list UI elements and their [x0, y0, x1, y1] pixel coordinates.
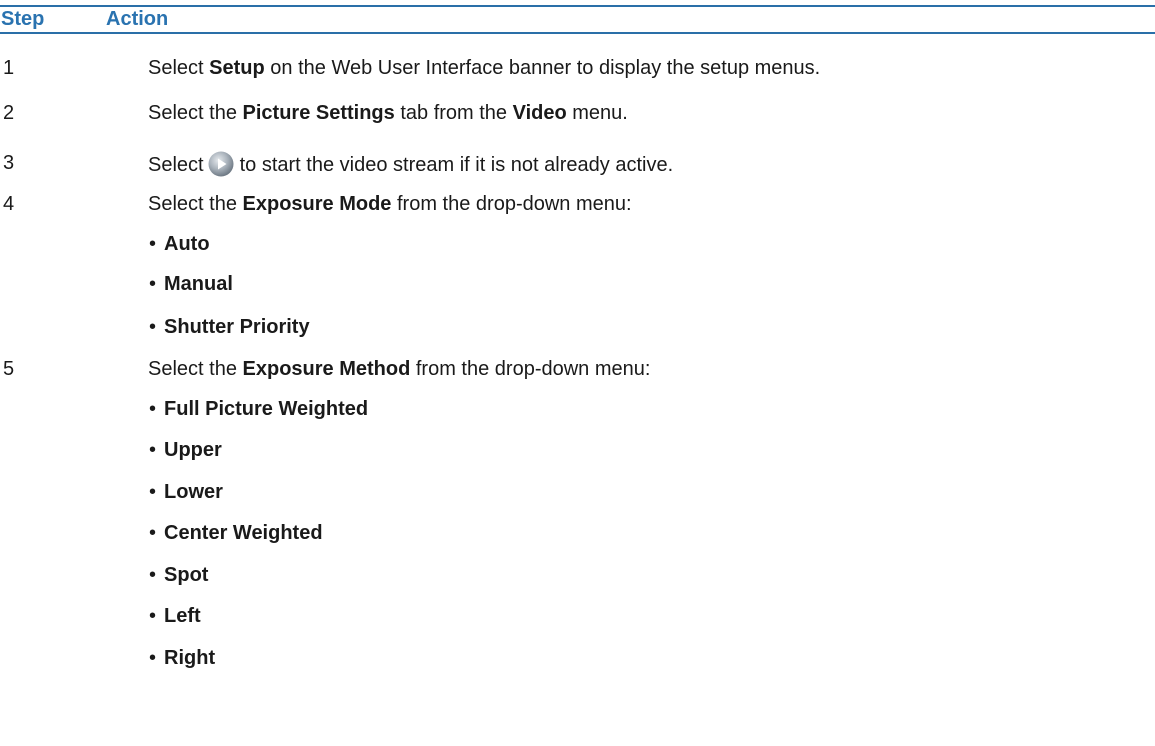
list-item: • Upper	[149, 438, 1149, 462]
bullet-glyph: •	[149, 481, 157, 503]
list-item-label: Left	[164, 605, 201, 627]
text-fragment: from the drop-down menu:	[410, 358, 651, 380]
step-number: 3	[3, 152, 15, 174]
table-header-rule	[0, 32, 1155, 34]
list-item-label: Upper	[164, 439, 222, 461]
table-row: 2 Select the Picture Settings tab from t…	[0, 101, 1155, 125]
step-action-text: Select to start the video stream if it i…	[148, 151, 673, 177]
table-row: 1 Select Setup on the Web User Interface…	[0, 56, 1155, 80]
step-action-text: Select the Exposure Method from the drop…	[148, 357, 650, 381]
text-fragment: Select the	[148, 193, 243, 215]
text-fragment: menu.	[566, 102, 628, 124]
list-item-label: Lower	[164, 481, 223, 503]
text-fragment: Select the	[148, 358, 243, 380]
text-fragment: to start the video stream if it is not a…	[239, 154, 674, 176]
bullet-glyph: •	[149, 273, 157, 295]
text-fragment: Select the	[148, 102, 243, 124]
list-item-label: Spot	[164, 564, 209, 586]
table-row: 3 Select to start the video stream if it…	[0, 151, 1155, 177]
bold-term: Exposure Mode	[242, 193, 392, 215]
list-item-label: Auto	[164, 233, 210, 255]
list-item-label: Center Weighted	[164, 522, 323, 544]
list-item: • Left	[149, 604, 1149, 628]
bullet-glyph: •	[149, 316, 157, 338]
step-number: 4	[3, 193, 15, 215]
list-item: • Full Picture Weighted	[149, 397, 1149, 421]
text-fragment: Select	[148, 57, 210, 79]
table-row: 5 Select the Exposure Method from the dr…	[0, 357, 1155, 381]
list-item-label: Manual	[164, 273, 233, 295]
table-top-rule	[0, 5, 1155, 7]
list-item-label: Right	[164, 647, 216, 669]
text-fragment: Select	[148, 154, 204, 176]
table-row: 4 Select the Exposure Mode from the drop…	[0, 192, 1155, 216]
bullet-glyph: •	[149, 522, 157, 544]
list-item-label: Shutter Priority	[164, 316, 310, 338]
bullet-glyph: •	[149, 605, 157, 627]
list-item: • Center Weighted	[149, 521, 1149, 545]
list-item: • Manual	[149, 272, 1149, 296]
list-item: • Auto	[149, 232, 1149, 256]
text-fragment: on the Web User Interface banner to disp…	[264, 57, 821, 79]
play-button-icon	[208, 151, 234, 177]
step-action-text: Select the Exposure Mode from the drop-d…	[148, 192, 632, 216]
list-item: • Spot	[149, 563, 1149, 587]
text-fragment: from the drop-down menu:	[391, 193, 632, 215]
bold-term: Video	[512, 102, 567, 124]
bullet-glyph: •	[149, 564, 157, 586]
text-fragment: tab from the	[394, 102, 513, 124]
step-number: 2	[3, 102, 15, 124]
step-action-text: Select the Picture Settings tab from the…	[148, 101, 628, 125]
bold-term: Setup	[209, 57, 265, 79]
bullet-glyph: •	[149, 233, 157, 255]
step-number: 5	[3, 358, 15, 380]
list-item: • Right	[149, 646, 1149, 670]
column-header-step: Step	[1, 8, 45, 30]
list-item: • Shutter Priority	[149, 315, 1149, 339]
bullet-glyph: •	[149, 439, 157, 461]
column-header-action: Action	[106, 8, 169, 30]
bullet-glyph: •	[149, 647, 157, 669]
bold-term: Picture Settings	[242, 102, 395, 124]
step-action-text: Select Setup on the Web User Interface b…	[148, 56, 820, 80]
list-item: • Lower	[149, 480, 1149, 504]
step-number: 1	[3, 57, 15, 79]
list-item-label: Full Picture Weighted	[164, 398, 369, 420]
bullet-glyph: •	[149, 398, 157, 420]
bold-term: Exposure Method	[242, 358, 411, 380]
